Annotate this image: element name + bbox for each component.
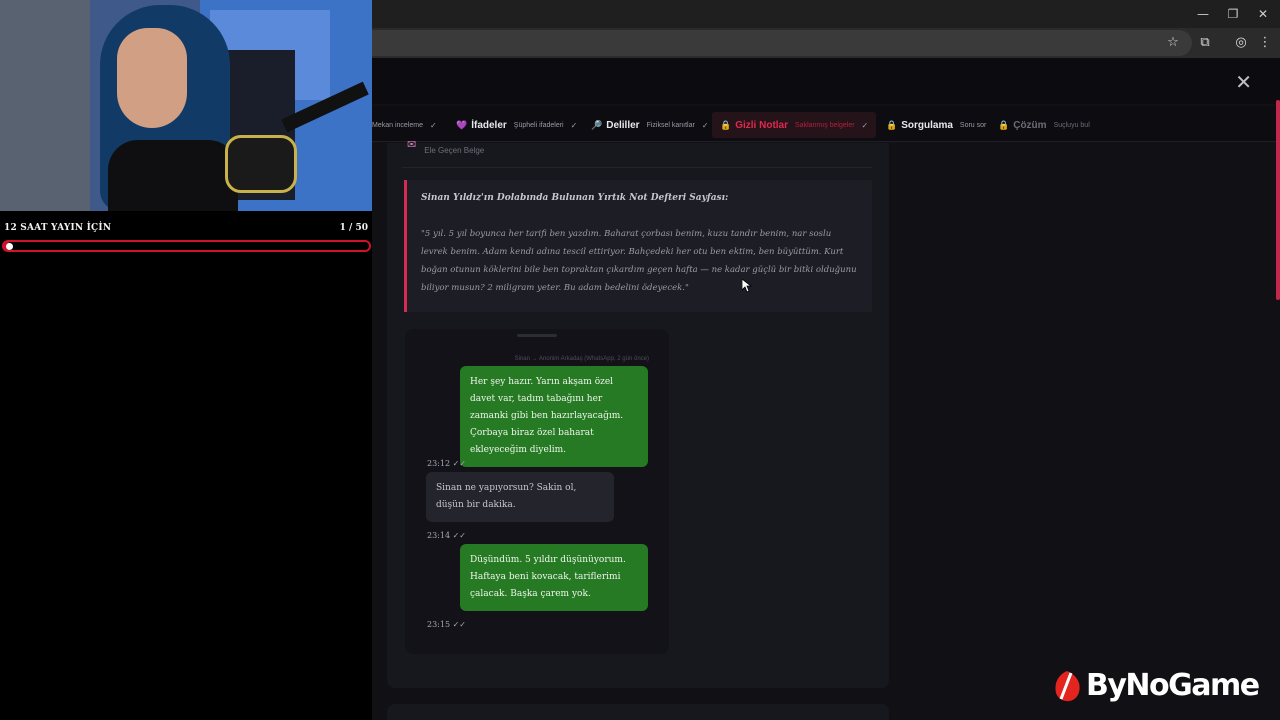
tab-mekan[interactable]: Mekan inceleme ✓ [372, 115, 437, 135]
goal-progress-knob [6, 243, 13, 250]
minimize-button[interactable]: — [1188, 4, 1218, 24]
tab-sub: Şüpheli ifadeleri [513, 121, 564, 129]
close-window-button[interactable]: ✕ [1248, 4, 1278, 24]
magnifier-icon: 🔎 [591, 119, 603, 130]
bynogame-logo: ByNoGame [1052, 668, 1260, 703]
bynogame-mark-icon [1052, 669, 1082, 703]
lock-icon: 🔒 [720, 119, 732, 130]
tab-bar: Mekan inceleme ✓ 💜 İfadeler Şüpheli ifad… [372, 106, 1280, 142]
tab-sorgulama[interactable]: 🔒 Sorgulama Soru sor [886, 115, 986, 135]
goal-count: 1 / 50 [339, 223, 368, 233]
microphone-icon [225, 135, 297, 193]
tab-label: Gizli Notlar [735, 119, 789, 131]
tab-label: Çözüm [1013, 119, 1047, 131]
heart-icon: 💜 [456, 119, 468, 130]
tab-label: Sorgulama [901, 119, 953, 131]
goal-title: 12 SAAT YAYIN İÇİN [4, 223, 112, 233]
lock-icon: 🔒 [998, 119, 1010, 130]
divider [402, 167, 872, 168]
close-modal-button[interactable]: ✕ [1235, 70, 1252, 94]
webcam-wall [0, 0, 90, 211]
tab-sub: Fiziksel kanıtlar [646, 121, 695, 129]
check-icon: ✓ [701, 120, 709, 130]
page: ✕ Mekan inceleme ✓ 💜 İfadeler Şüpheli if… [372, 58, 1280, 720]
webcam-feed [0, 0, 372, 211]
scrollbar-thumb[interactable] [1276, 100, 1280, 300]
tab-label: İfadeler [471, 119, 507, 131]
check-icon: ✓ [429, 120, 437, 130]
chat-header: Sinan → Anonim Arkadaş (WhatsApp, 2 gün … [514, 356, 649, 362]
envelope-icon: ✉ [407, 138, 417, 151]
lock-icon: 🔒 [886, 119, 898, 130]
goal-progress-bar [2, 240, 371, 252]
check-icon: ✓ [861, 120, 869, 130]
address-bar[interactable] [372, 30, 1192, 56]
browser-titlebar: — ❐ ✕ [372, 0, 1280, 28]
evidence-label: Ele Geçen Belge [424, 146, 485, 155]
menu-icon[interactable]: ⋮ [1256, 34, 1274, 52]
message-bubble-incoming: Sinan ne yapıyorsun? Sakin ol, düşün bir… [426, 472, 614, 522]
streamer-body [108, 140, 238, 211]
tab-sub: Saklanmış belgeler [795, 121, 855, 129]
message-bubble-outgoing: Düşündüm. 5 yıldır düşünüyorum. Haftaya … [460, 544, 648, 611]
stream-goal-panel: 12 SAAT YAYIN İÇİN 1 / 50 [0, 211, 372, 720]
chat-grip [517, 334, 557, 337]
notebook-page-note: Sinan Yıldız'ın Dolabında Bulunan Yırtık… [404, 180, 872, 312]
tab-sub: Soru sor [959, 121, 987, 129]
profile-icon[interactable]: ◎ [1232, 34, 1250, 52]
tab-label: Deliller [606, 119, 640, 131]
tab-ifadeler[interactable]: 💜 İfadeler Şüpheli ifadeleri ✓ [456, 115, 577, 135]
note-title: Sinan Yıldız'ın Dolabında Bulunan Yırtık… [421, 193, 729, 203]
tab-sub: Suçluyu bul [1053, 121, 1090, 129]
next-card [387, 704, 889, 720]
extensions-icon[interactable]: ⧉ [1196, 34, 1214, 52]
message-time: 23:12 ✓✓ [427, 459, 467, 468]
tab-gizli-notlar[interactable]: 🔒 Gizli Notlar Saklanmış belgeler ✓ [712, 112, 877, 138]
mouse-cursor-icon [742, 279, 752, 293]
browser-toolbar: ☆ ⧉ ◎ ⋮ [372, 28, 1280, 58]
message-time: 23:14 ✓✓ [427, 531, 467, 540]
note-body: "5 yıl. 5 yıl boyunca her tarifi ben yaz… [421, 229, 857, 293]
modal-header: ✕ [372, 58, 1280, 104]
chat-screenshot: Sinan → Anonim Arkadaş (WhatsApp, 2 gün … [405, 329, 669, 654]
message-time: 23:15 ✓✓ [427, 620, 467, 629]
maximize-button[interactable]: ❐ [1218, 4, 1248, 24]
tab-cozum[interactable]: 🔒 Çözüm Suçluyu bul [998, 115, 1090, 135]
message-bubble-outgoing: Her şey hazır. Yarın akşam özel davet va… [460, 366, 648, 467]
streamer-face [117, 28, 187, 128]
bynogame-wordmark: ByNoGame [1086, 668, 1260, 703]
tab-deliller[interactable]: 🔎 Deliller Fiziksel kanıtlar ✓ [591, 115, 709, 135]
tab-sub: Mekan inceleme [372, 121, 423, 129]
evidence-header: ✉ Ele Geçen Belge [407, 138, 484, 155]
bookmark-star-icon[interactable]: ☆ [1164, 34, 1182, 52]
check-icon: ✓ [570, 120, 578, 130]
